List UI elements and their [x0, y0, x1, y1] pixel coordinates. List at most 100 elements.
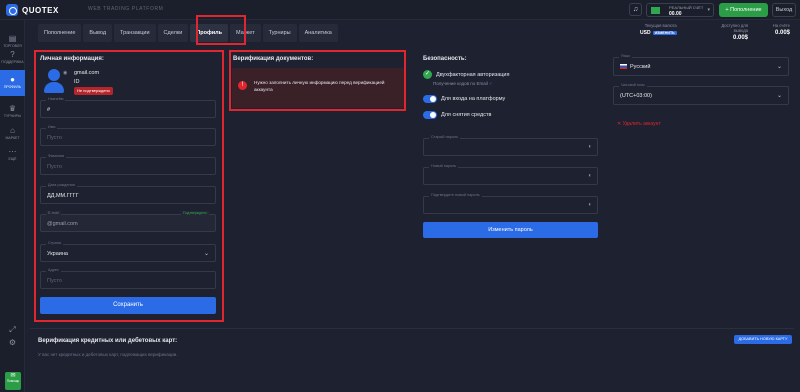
sidebar-item-label: ТОРГОВЛЯ — [3, 44, 22, 48]
chart-icon: ▤ — [8, 34, 17, 43]
birth-date-label: Дата рождения — [46, 183, 77, 187]
tab-trades[interactable]: Сделки — [157, 24, 189, 42]
name-placeholder: Пусто — [47, 135, 62, 141]
login-2fa-toggle-row[interactable]: Для входа на платформу — [423, 95, 505, 103]
sidebar-item-label: ПРОФИЛЬ — [3, 85, 22, 89]
chevron-down-icon: ⌄ — [203, 251, 209, 257]
warning-icon: ! — [238, 81, 247, 90]
bell-icon[interactable]: ♫ — [629, 3, 642, 16]
withdraw-2fa-label: Для снятия средств — [441, 112, 492, 118]
tab-transactions[interactable]: Транзакции — [114, 24, 156, 42]
settings-icon[interactable]: ⚙ — [0, 338, 25, 347]
timezone-select[interactable]: Часовой пояс (UTC+03:00) ⌄ — [613, 83, 789, 105]
deposit-label: Пополнение — [730, 7, 762, 13]
withdraw-value: 0.00$ — [732, 35, 748, 41]
email-label: E-mail — [46, 211, 61, 215]
cart-icon: ⌂ — [10, 126, 15, 135]
card-verification-subtitle: У вас нет кредитных и дебетовых карт, по… — [38, 352, 178, 357]
nickname-label: Никнейм — [46, 97, 66, 101]
sidebar-item-profile[interactable]: ● ПРОФИЛЬ — [0, 70, 25, 96]
currency-change-badge[interactable]: ИЗМЕНИТЬ — [652, 31, 677, 35]
sidebar: ▤ ТОРГОВЛЯ ? ПОДДЕРЖКА ● ПРОФИЛЬ ♛ ТУРНИ… — [0, 20, 25, 392]
withdraw-2fa-toggle-row[interactable]: Для снятия средств — [423, 111, 491, 119]
birth-date-field[interactable]: Дата рождения ДД.ММ.ГГГГ — [40, 183, 216, 204]
more-icon: ⋯ — [8, 147, 17, 156]
sidebar-item-label: ЕЩЁ — [8, 157, 17, 161]
sidebar-item-label: ТУРНИРЫ — [3, 114, 22, 118]
fullscreen-icon[interactable]: ⤢ — [0, 325, 25, 334]
user-icon: ● — [10, 75, 15, 84]
eye-icon[interactable]: ◐ — [588, 202, 592, 208]
save-button[interactable]: Сохранить — [40, 297, 216, 314]
russia-flag-icon — [620, 64, 627, 70]
logout-button[interactable]: Выход — [772, 3, 796, 17]
country-select[interactable]: Страна Украина ⌄ — [40, 241, 216, 262]
sidebar-item-market[interactable]: ⌂ МАРКЕТ — [0, 126, 25, 140]
email-field: E-mail Подтверждено @gmail.com — [40, 211, 216, 232]
email-verified-note: Подтверждено — [181, 211, 209, 215]
tab-tournaments[interactable]: Турниры — [262, 24, 297, 42]
eye-icon[interactable]: ◐ — [588, 144, 592, 150]
currency-stat: Текущая валюта USD ИЗМЕНИТЬ — [640, 23, 677, 36]
login-2fa-toggle[interactable] — [423, 95, 437, 103]
verification-alert: ! Нужно заполнить личную информацию пере… — [232, 68, 404, 108]
nickname-field[interactable]: Никнейм # — [40, 97, 216, 118]
account-stat: На счёте 0.00$ — [756, 23, 790, 36]
surname-label: Фамилия — [46, 154, 67, 158]
birth-date-value: ДД.ММ.ГГГГ — [47, 193, 79, 199]
tab-analytics[interactable]: Аналитика — [298, 24, 338, 42]
currency-label: Текущая валюта — [644, 23, 677, 28]
personal-info-title: Личная информация: — [40, 56, 104, 62]
twofa-subtext: Получение кодов по Email ✓ — [433, 81, 493, 86]
timezone-label: Часовой пояс — [619, 83, 648, 87]
chevron-down-icon: ⌄ — [776, 93, 782, 99]
platform-label: WEB TRADING PLATFORM — [88, 6, 164, 12]
withdraw-2fa-toggle[interactable] — [423, 111, 437, 119]
help-icon: ? — [10, 50, 15, 59]
address-field[interactable]: Адрес Пусто — [40, 268, 216, 289]
sidebar-item-trading[interactable]: ▤ ТОРГОВЛЯ — [0, 34, 25, 48]
new-password-field[interactable]: Новый пароль ◐ — [423, 164, 598, 185]
account-balance-value: 0.00$ — [774, 30, 790, 36]
help-button[interactable]: ✉ Помощь — [5, 372, 21, 390]
delete-account-link[interactable]: ✕ Удалить аккаунт — [617, 121, 661, 127]
sidebar-item-more[interactable]: ⋯ ЕЩЁ — [0, 147, 25, 161]
help-label: Помощь — [6, 379, 20, 383]
name-field[interactable]: Имя Пусто — [40, 125, 216, 146]
security-title: Безопасность: — [423, 56, 467, 62]
divider — [30, 328, 794, 329]
account-balance: 00.00 — [669, 11, 682, 17]
confirm-password-field[interactable]: Подтвердите новый пароль ◐ — [423, 193, 598, 214]
tab-deposit[interactable]: Пополнение — [38, 24, 82, 42]
account-flag-icon — [651, 7, 660, 14]
old-password-field[interactable]: Старый пароль ◐ — [423, 135, 598, 156]
old-password-label: Старый пароль — [429, 135, 461, 139]
deposit-button[interactable]: + Пополнение — [719, 3, 768, 17]
surname-field[interactable]: Фамилия Пусто — [40, 154, 216, 175]
verification-alert-text: Нужно заполнить личную информацию перед … — [254, 80, 385, 92]
card-verification-title: Верификация кредитных или дебетовых карт… — [38, 338, 178, 344]
change-password-button[interactable]: Изменить пароль — [423, 222, 598, 238]
account-type: РЕАЛЬНЫЙ СЧЁТ — [669, 5, 704, 10]
chat-icon: ✉ — [10, 373, 16, 379]
name-label: Имя — [46, 125, 58, 129]
eye-icon[interactable]: ◐ — [588, 173, 592, 179]
tab-withdraw[interactable]: Вывод — [83, 24, 113, 42]
surname-placeholder: Пусто — [47, 164, 62, 170]
account-selector[interactable]: РЕАЛЬНЫЙ СЧЁТ 00.00 ▾ — [646, 3, 714, 17]
sidebar-item-label: ПОДДЕРЖКА — [1, 60, 24, 64]
camera-icon[interactable]: ◉ — [63, 70, 67, 76]
sidebar-item-tournaments[interactable]: ♛ ТУРНИРЫ — [0, 104, 25, 118]
withdraw-label: Доступно для вывода — [721, 23, 748, 33]
address-label: Адрес — [46, 268, 61, 272]
language-select[interactable]: Язык Русский ⌄ — [613, 54, 789, 76]
confirm-password-label: Подтвердите новый пароль — [429, 193, 482, 197]
check-icon: ✓ — [423, 70, 432, 79]
sidebar-item-support[interactable]: ? ПОДДЕРЖКА — [0, 50, 25, 64]
check-mark-icon: ✓ — [489, 81, 493, 86]
new-password-label: Новый пароль — [429, 164, 459, 168]
logo[interactable]: QUOTEX — [6, 4, 59, 16]
nickname-value: # — [47, 107, 51, 113]
add-card-button[interactable]: ДОБАВИТЬ НОВУЮ КАРТУ — [734, 335, 792, 344]
twofa-row: ✓ Двухфакторная авторизация — [423, 70, 509, 79]
